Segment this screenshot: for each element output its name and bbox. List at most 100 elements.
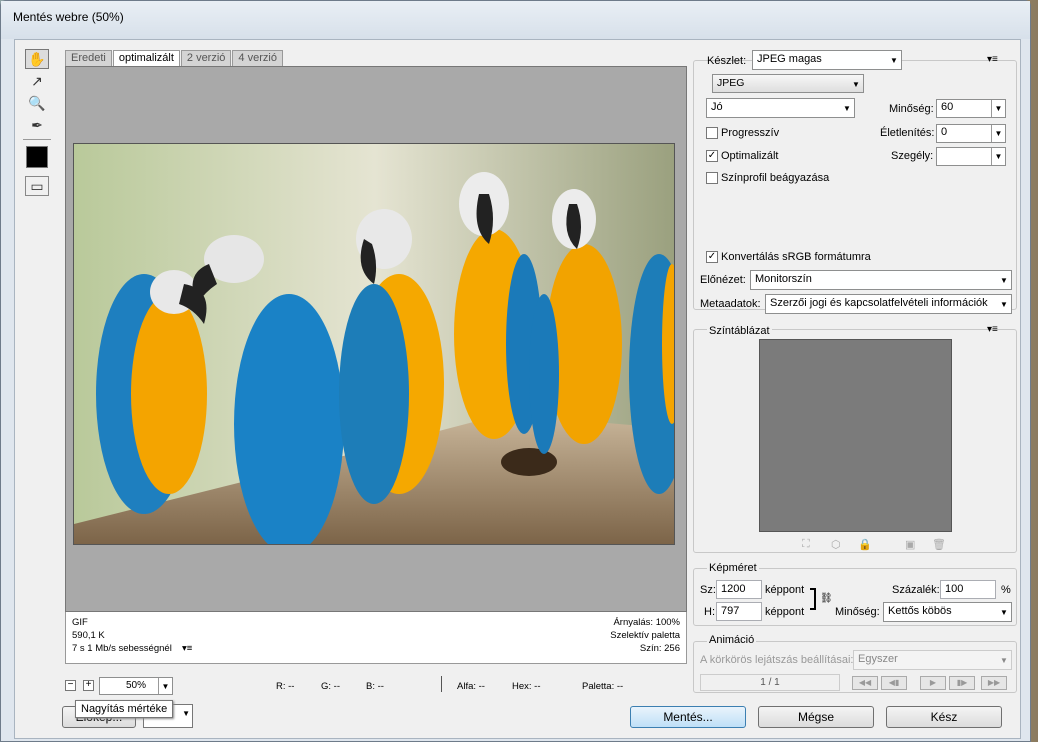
embed-profile-checkbox[interactable] bbox=[706, 172, 718, 184]
color-table-swatches[interactable] bbox=[759, 339, 952, 532]
next-frame-icon[interactable]: ▮▶ bbox=[949, 676, 975, 690]
play-icon[interactable]: ▶ bbox=[920, 676, 946, 690]
lock-color-icon[interactable]: 🔒 bbox=[858, 538, 872, 551]
preview-canvas[interactable] bbox=[65, 66, 687, 612]
preset-value: JPEG magas bbox=[757, 53, 822, 65]
done-button[interactable]: Kész bbox=[886, 706, 1002, 728]
zoom-in-button[interactable]: + bbox=[83, 680, 94, 691]
tab-2-up[interactable]: 2 verzió bbox=[180, 50, 232, 66]
color-table-title: Színtáblázat bbox=[707, 325, 772, 337]
tab-original[interactable]: Eredeti bbox=[65, 50, 112, 66]
cancel-button[interactable]: Mégse bbox=[758, 706, 874, 728]
quality-preset-select[interactable]: Jó ▼ bbox=[706, 98, 855, 118]
progressive-checkbox[interactable] bbox=[706, 127, 718, 139]
red-readout: R: -- bbox=[276, 681, 295, 692]
zoom-out-button[interactable]: − bbox=[65, 680, 76, 691]
resample-quality-value: Kettős köbös bbox=[888, 605, 952, 617]
metadata-select[interactable]: Szerzői jogi és kapcsolatfelvételi infor… bbox=[765, 294, 1012, 314]
zoom-level-select[interactable]: 50% ▼ bbox=[99, 677, 173, 695]
toggle-slices-icon[interactable]: ▭ bbox=[25, 176, 49, 196]
file-size-text: 590,1 K bbox=[72, 630, 105, 641]
sharpen-select[interactable]: 0 ▼ bbox=[936, 124, 1006, 143]
preset-label: Készlet: bbox=[707, 55, 747, 67]
chevron-down-icon: ▼ bbox=[1000, 299, 1008, 309]
zoom-tooltip: Nagyítás mértéke bbox=[75, 700, 174, 718]
optimized-checkbox[interactable]: ✓ bbox=[706, 150, 718, 162]
matte-select[interactable]: ▼ bbox=[936, 147, 1006, 166]
chevron-down-icon: ▼ bbox=[1000, 655, 1008, 665]
settings-menu-icon[interactable]: ▾≡ bbox=[987, 54, 998, 65]
quality-input[interactable]: 60 ▼ bbox=[936, 99, 1006, 118]
toolbox-divider bbox=[23, 139, 51, 140]
constrain-bracket bbox=[810, 588, 816, 610]
color-table-menu-icon[interactable]: ▾≡ bbox=[987, 324, 998, 335]
chevron-down-icon: ▼ bbox=[890, 55, 898, 65]
animation-title: Animáció bbox=[707, 634, 757, 646]
preview-value: Monitorszín bbox=[755, 273, 812, 285]
download-speed-menu-icon[interactable]: ▾≡ bbox=[182, 642, 192, 655]
preview-label: Előnézet: bbox=[700, 274, 746, 286]
chevron-down-icon: ▼ bbox=[158, 678, 172, 694]
width-input[interactable]: 1200 bbox=[716, 580, 762, 599]
hand-tool-icon[interactable]: ✋ bbox=[25, 49, 49, 69]
map-transparent-icon[interactable]: ⛶ bbox=[802, 538, 810, 551]
previous-frame-icon[interactable]: ◀▮ bbox=[881, 676, 907, 690]
loop-options-value: Egyszer bbox=[858, 653, 898, 665]
zoom-tool-icon[interactable]: 🔍 bbox=[25, 93, 49, 113]
dither-text: Árnyalás: 100% bbox=[613, 617, 680, 628]
last-frame-icon[interactable]: ▶▶ bbox=[981, 676, 1007, 690]
convert-srgb-checkbox[interactable]: ✓ bbox=[706, 251, 718, 263]
chevron-down-icon: ▼ bbox=[843, 103, 851, 113]
width-label: Sz: bbox=[700, 584, 716, 596]
metadata-label: Metaadatok: bbox=[700, 298, 761, 310]
window-title: Mentés webre (50%) bbox=[13, 10, 124, 24]
percent-unit: % bbox=[1001, 584, 1011, 596]
blue-readout: B: -- bbox=[366, 681, 384, 692]
first-frame-icon[interactable]: ◀◀ bbox=[852, 676, 878, 690]
eyedropper-tool-icon[interactable]: ✒ bbox=[25, 115, 49, 135]
readout-divider bbox=[441, 676, 442, 692]
loop-options-label: A körkörös lejátszás beállításai: bbox=[700, 654, 854, 666]
eyedropper-color-swatch[interactable] bbox=[26, 146, 48, 168]
link-chain-icon[interactable]: ⛓ bbox=[820, 593, 833, 604]
resample-quality-select[interactable]: Kettős köbös ▼ bbox=[883, 602, 1012, 622]
preset-select[interactable]: JPEG magas ▼ bbox=[752, 50, 902, 70]
tab-optimized[interactable]: optimalizált bbox=[112, 50, 180, 66]
tab-4-up[interactable]: 4 verzió bbox=[232, 50, 283, 66]
hex-readout: Hex: -- bbox=[512, 681, 541, 692]
optimized-label: Optimalizált bbox=[721, 150, 779, 162]
image-size-title: Képméret bbox=[707, 562, 759, 574]
quality-value: 60 bbox=[941, 101, 954, 113]
width-unit: képpont bbox=[765, 584, 805, 596]
web-snap-icon[interactable]: ⬡ bbox=[831, 538, 841, 551]
percent-label: Százalék: bbox=[892, 584, 940, 596]
embed-profile-label: Színprofil beágyazása bbox=[721, 172, 830, 184]
chevron-down-icon: ▼ bbox=[991, 148, 1005, 165]
format-text: GIF bbox=[72, 617, 88, 628]
frame-counter: 1 / 1 bbox=[700, 674, 840, 691]
slice-select-tool-icon[interactable]: ↗ bbox=[25, 71, 49, 91]
height-input[interactable]: 797 bbox=[716, 602, 762, 621]
loop-options-select[interactable]: Egyszer ▼ bbox=[853, 650, 1012, 670]
chevron-down-icon: ▼ bbox=[991, 100, 1005, 117]
palette-readout: Paletta: -- bbox=[582, 681, 624, 692]
green-readout: G: -- bbox=[321, 681, 340, 692]
format-select[interactable]: JPEG ▼ bbox=[712, 74, 864, 93]
format-value: JPEG bbox=[717, 77, 745, 89]
new-color-icon[interactable]: ▣ bbox=[905, 538, 915, 551]
download-time-text: 7 s 1 Mb/s sebességnél bbox=[72, 643, 172, 654]
percent-input[interactable]: 100 bbox=[940, 580, 996, 599]
preview-select[interactable]: Monitorszín ▼ bbox=[750, 270, 1012, 290]
color-count-text: Szín: 256 bbox=[639, 643, 680, 654]
optimization-info: GIF 590,1 K 7 s 1 Mb/s sebességnél ▾≡ Ár… bbox=[65, 612, 687, 664]
chevron-down-icon: ▼ bbox=[1000, 275, 1008, 285]
quality-preset-value: Jó bbox=[711, 101, 723, 113]
chevron-down-icon: ▼ bbox=[991, 125, 1005, 142]
parrot-photo-preview bbox=[73, 143, 675, 545]
save-for-web-dialog: Mentés webre (50%) ✋ ↗ 🔍 ✒ ▭ Eredeti opt… bbox=[0, 0, 1031, 742]
convert-srgb-label: Konvertálás sRGB formátumra bbox=[721, 251, 871, 263]
save-button[interactable]: Mentés... bbox=[630, 706, 746, 728]
height-label: H: bbox=[704, 606, 715, 618]
quality-label: Minőség: bbox=[889, 103, 934, 115]
trash-icon[interactable]: 🗑 bbox=[932, 538, 946, 551]
